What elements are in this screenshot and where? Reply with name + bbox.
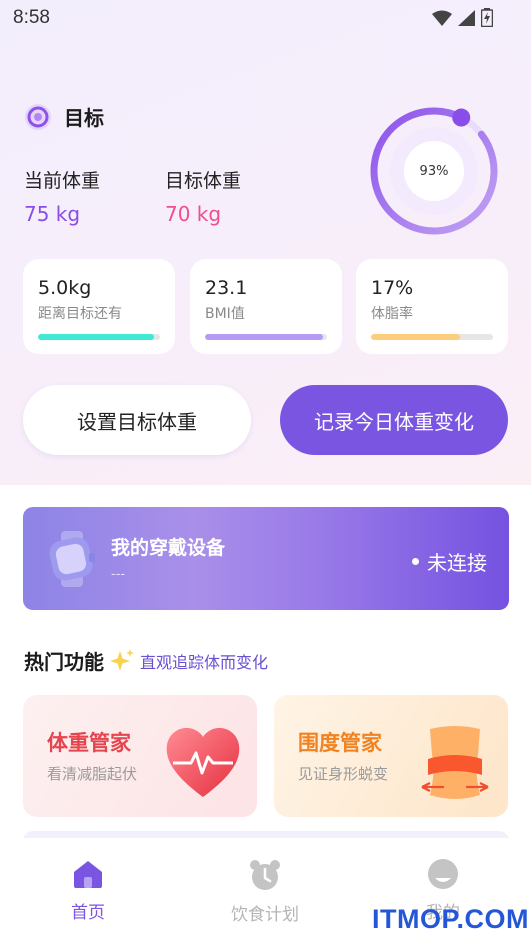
set-goal-weight-button[interactable]: 设置目标体重 [23,385,251,455]
stat-card-bmi: 23.1 BMI值 [190,259,342,354]
stat-value: 17% [371,277,414,299]
wifi-icon [432,10,452,26]
device-subtitle: --- [111,567,126,582]
stat-value: 23.1 [205,277,248,299]
target-weight-value: 70 kg [165,202,222,226]
hot-features-subtitle: 直观追踪体而变化 [140,652,269,672]
stat-card-body-fat: 17% 体脂率 [356,259,508,354]
profile-icon [428,859,458,889]
watermark-text: ITMOP.COM [372,904,530,934]
stat-progress-bar [205,334,327,340]
girth-manager-subtitle: 见证身形蜕变 [298,765,389,783]
device-status-label: 未连接 [427,551,487,575]
stat-progress-bar [371,334,493,340]
body-shape-icon [421,726,489,799]
girth-manager-title: 围度管家 [298,731,382,755]
wearable-device-card[interactable]: 我的穿戴设备 --- 未连接 [23,507,509,610]
target-icon [25,103,51,130]
weight-manager-subtitle: 看清减脂起伏 [47,765,138,783]
tab-home[interactable]: 首页 [28,858,148,923]
stat-progress-bar [38,334,160,340]
status-dot-icon [412,558,419,565]
signal-icon [458,9,475,26]
current-weight-label: 当前体重 [24,170,101,192]
home-icon [74,861,102,888]
goal-progress-text: 93% [419,163,449,179]
alarm-clock-icon [250,860,280,890]
tab-diet-plan[interactable]: 饮食计划 [205,858,325,925]
smartwatch-icon [49,531,95,587]
tab-diet-plan-label: 饮食计划 [231,905,299,925]
hot-features-title: 热门功能 [24,650,104,674]
stat-label: 距离目标还有 [38,306,122,322]
device-connection-status: 未连接 [412,547,487,576]
battery-icon [481,8,493,27]
girth-manager-card[interactable]: 围度管家 见证身形蜕变 [274,695,508,817]
stat-label: 体脂率 [371,306,413,322]
weight-manager-card[interactable]: 体重管家 看清减脂起伏 [23,695,257,817]
stat-card-remaining: 5.0kg 距离目标还有 [23,259,175,354]
current-weight-value: 75 kg [24,202,81,226]
device-title: 我的穿戴设备 [111,537,226,559]
status-time: 8:58 [13,7,50,28]
goal-title: 目标 [64,106,104,130]
stat-value: 5.0kg [38,277,92,299]
sparkle-icon [110,648,134,671]
target-weight-label: 目标体重 [165,170,242,192]
status-bar: 8:58 [0,0,531,36]
record-weight-button[interactable]: 记录今日体重变化 [280,385,508,455]
weight-manager-title: 体重管家 [47,731,131,755]
stat-label: BMI值 [205,306,245,322]
heart-icon [166,727,240,797]
tab-home-label: 首页 [71,903,105,923]
